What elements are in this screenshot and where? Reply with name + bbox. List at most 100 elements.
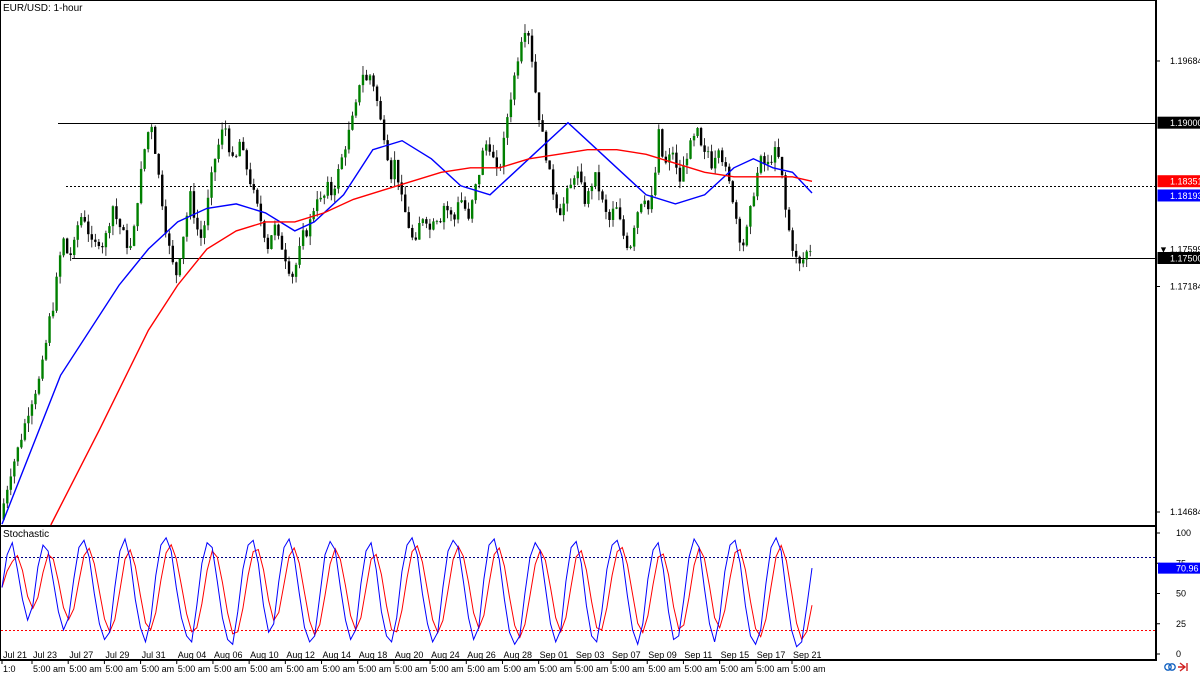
candle-body (456, 202, 460, 220)
candle-body (393, 159, 396, 180)
candle-body (139, 168, 143, 204)
stochastic-tick-label: 50 (1176, 589, 1186, 599)
candle-body (682, 165, 685, 182)
candle-body (710, 151, 713, 169)
candle-body (516, 61, 520, 76)
candle-body (520, 41, 523, 62)
candle-body (245, 150, 248, 170)
time-tick-date: Aug 06 (214, 650, 243, 660)
candle-body (263, 221, 266, 238)
candle-body (569, 184, 572, 189)
candle-body (576, 171, 580, 179)
candle-body (76, 225, 79, 240)
candle-body (379, 100, 382, 120)
candle-body (713, 157, 717, 169)
candle-body (196, 217, 199, 230)
candle-body (632, 227, 636, 247)
candle-body (150, 126, 153, 133)
candle-body (94, 239, 97, 242)
candle-body (463, 200, 467, 209)
candle-body (206, 197, 210, 226)
candle-body (661, 129, 664, 157)
candle-body (675, 152, 678, 168)
candle-body (326, 181, 329, 196)
time-tick-time: 5:00 am (540, 664, 573, 674)
candle-body (185, 215, 189, 237)
candle-body (396, 159, 400, 183)
chart-title: EUR/USD: 1-hour (3, 3, 83, 14)
candle-body (80, 217, 83, 226)
candle-body (587, 191, 590, 204)
candle-body (220, 129, 224, 145)
candle-body (608, 211, 611, 220)
candle-body (495, 157, 499, 168)
candle-body (509, 99, 513, 118)
candle-body (805, 251, 808, 260)
candle-body (249, 169, 252, 185)
candle-body (759, 156, 763, 173)
candle-body (273, 224, 277, 236)
candle-body (428, 223, 432, 230)
time-tick-date: Sep 17 (757, 650, 786, 660)
candle-body (83, 217, 86, 222)
candle-body (647, 200, 650, 210)
candle-body (227, 128, 231, 153)
candle-body (435, 221, 439, 223)
candle-body (372, 75, 375, 87)
candle-body (453, 214, 456, 220)
candle-body (6, 489, 9, 504)
time-tick-date: Jul 31 (142, 650, 166, 660)
candle-body (55, 276, 58, 311)
candle-body (161, 174, 164, 207)
candle-body (301, 230, 305, 246)
candle-body (284, 249, 287, 262)
candle-body (689, 140, 692, 159)
time-tick-date: Aug 10 (250, 650, 279, 660)
candle-body (611, 208, 615, 220)
candle-body (766, 161, 770, 165)
candle-body (234, 155, 238, 157)
candle-body (365, 74, 368, 81)
candle-body (238, 141, 241, 157)
candle-body (178, 258, 182, 276)
time-tick-time: 5:00 am (467, 664, 500, 674)
candle-body (213, 158, 217, 173)
candle-body (330, 181, 333, 196)
candle-body (62, 238, 65, 256)
candle-body (291, 273, 294, 277)
time-tick-date: Aug 26 (467, 650, 496, 660)
time-tick-date: Jul 23 (33, 650, 57, 660)
candle-body (530, 35, 534, 62)
candle-body (287, 261, 291, 274)
time-tick-time: 5:00 am (142, 664, 175, 674)
candle-body (224, 128, 227, 130)
candle-body (541, 120, 544, 132)
candle-body (555, 194, 558, 209)
candle-body (558, 208, 562, 216)
candle-body (266, 237, 270, 250)
time-tick-date: Aug 24 (431, 650, 460, 660)
time-tick-time: 5:00 am (757, 664, 790, 674)
candle-body (347, 129, 351, 150)
candle-body (678, 167, 682, 182)
candle-body (467, 208, 470, 219)
candle-body (354, 102, 358, 116)
time-tick-time: 5:00 am (684, 664, 717, 674)
candle-body (717, 150, 720, 158)
time-tick-date: Jul 29 (105, 650, 129, 660)
candle-body (477, 174, 481, 185)
candle-body (601, 191, 604, 200)
candle-body (104, 233, 108, 248)
candle-body (252, 184, 256, 190)
candle-body (780, 156, 784, 176)
candle-body (242, 141, 245, 151)
candle-body (801, 259, 805, 264)
candle-body (171, 245, 175, 263)
candle-body (784, 175, 787, 210)
candle-body (492, 151, 495, 158)
candle-body (513, 75, 516, 100)
candle-body (203, 225, 206, 238)
candle-body (622, 219, 625, 236)
candle-body (731, 181, 734, 203)
candle-body (749, 206, 752, 227)
